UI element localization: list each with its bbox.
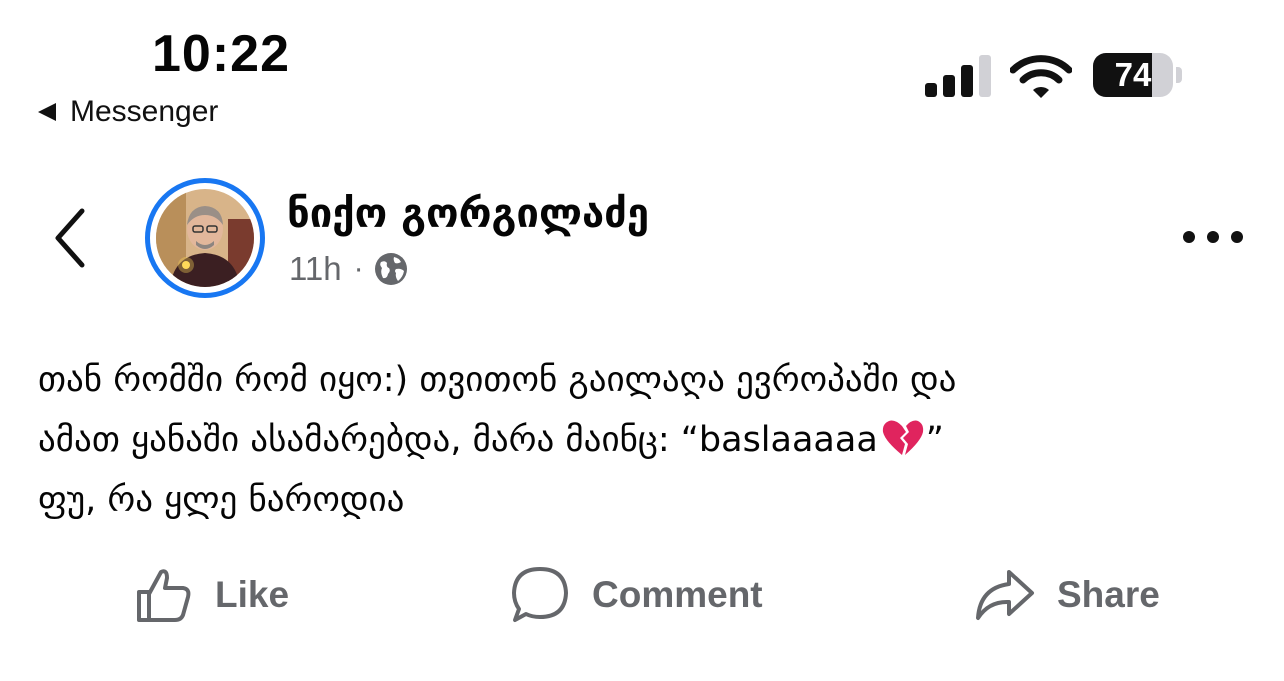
comment-button[interactable]: Comment (510, 562, 763, 628)
comment-bubble-icon (512, 567, 568, 622)
more-dot-1 (1183, 231, 1195, 243)
avatar-portrait-icon (156, 189, 254, 287)
avatar-photo (156, 189, 254, 287)
back-to-messenger-link[interactable]: Messenger (38, 92, 218, 132)
post-text-line-2: ამათ ყანაში ასამარებდა, მარა მაინც: “bas… (38, 410, 1238, 470)
post-text-line-3: ფუ, რა ყლე ნაროდია (38, 480, 405, 520)
back-app-label: Messenger (70, 95, 219, 128)
post-text-line-1: თან რომში რომ იყო:) თვითონ გაილაღა ევროპ… (38, 360, 957, 400)
broken-heart-emoji-icon (882, 420, 923, 455)
battery-cap (1176, 67, 1182, 83)
cellular-signal-icon (925, 55, 991, 97)
wifi-icon (1010, 55, 1072, 98)
share-button[interactable]: Share (975, 562, 1160, 628)
back-triangle-icon (38, 103, 56, 121)
more-options-button[interactable] (1183, 222, 1243, 252)
author-avatar[interactable] (145, 178, 265, 298)
globe-icon (374, 253, 407, 285)
post-text-line-2-end: ” (925, 420, 944, 460)
status-time: 10:22 (152, 25, 290, 83)
battery-level: 74 (1114, 56, 1152, 93)
post-meta: 11h · (289, 247, 408, 291)
comment-label: Comment (592, 574, 763, 615)
thumbs-up-icon (137, 569, 191, 622)
post-time[interactable]: 11h (289, 250, 342, 288)
like-button[interactable]: Like (135, 562, 289, 628)
more-dot-2 (1207, 231, 1219, 243)
share-arrow-icon (976, 570, 1034, 620)
share-label: Share (1057, 574, 1160, 615)
battery-icon: 74 (1093, 53, 1185, 99)
post-text-line-2-start: ამათ ყანაში ასამარებდა, მარა მაინც: “bas… (38, 420, 878, 460)
author-name[interactable]: ნიქო გორგილაძე (287, 189, 649, 239)
meta-separator: · (353, 252, 364, 285)
back-chevron-icon[interactable] (48, 205, 92, 271)
more-dot-3 (1231, 231, 1243, 243)
post-body: თან რომში რომ იყო:) თვითონ გაილაღა ევროპ… (38, 350, 1238, 530)
like-label: Like (215, 574, 290, 615)
battery-body: 74 (1093, 53, 1173, 97)
